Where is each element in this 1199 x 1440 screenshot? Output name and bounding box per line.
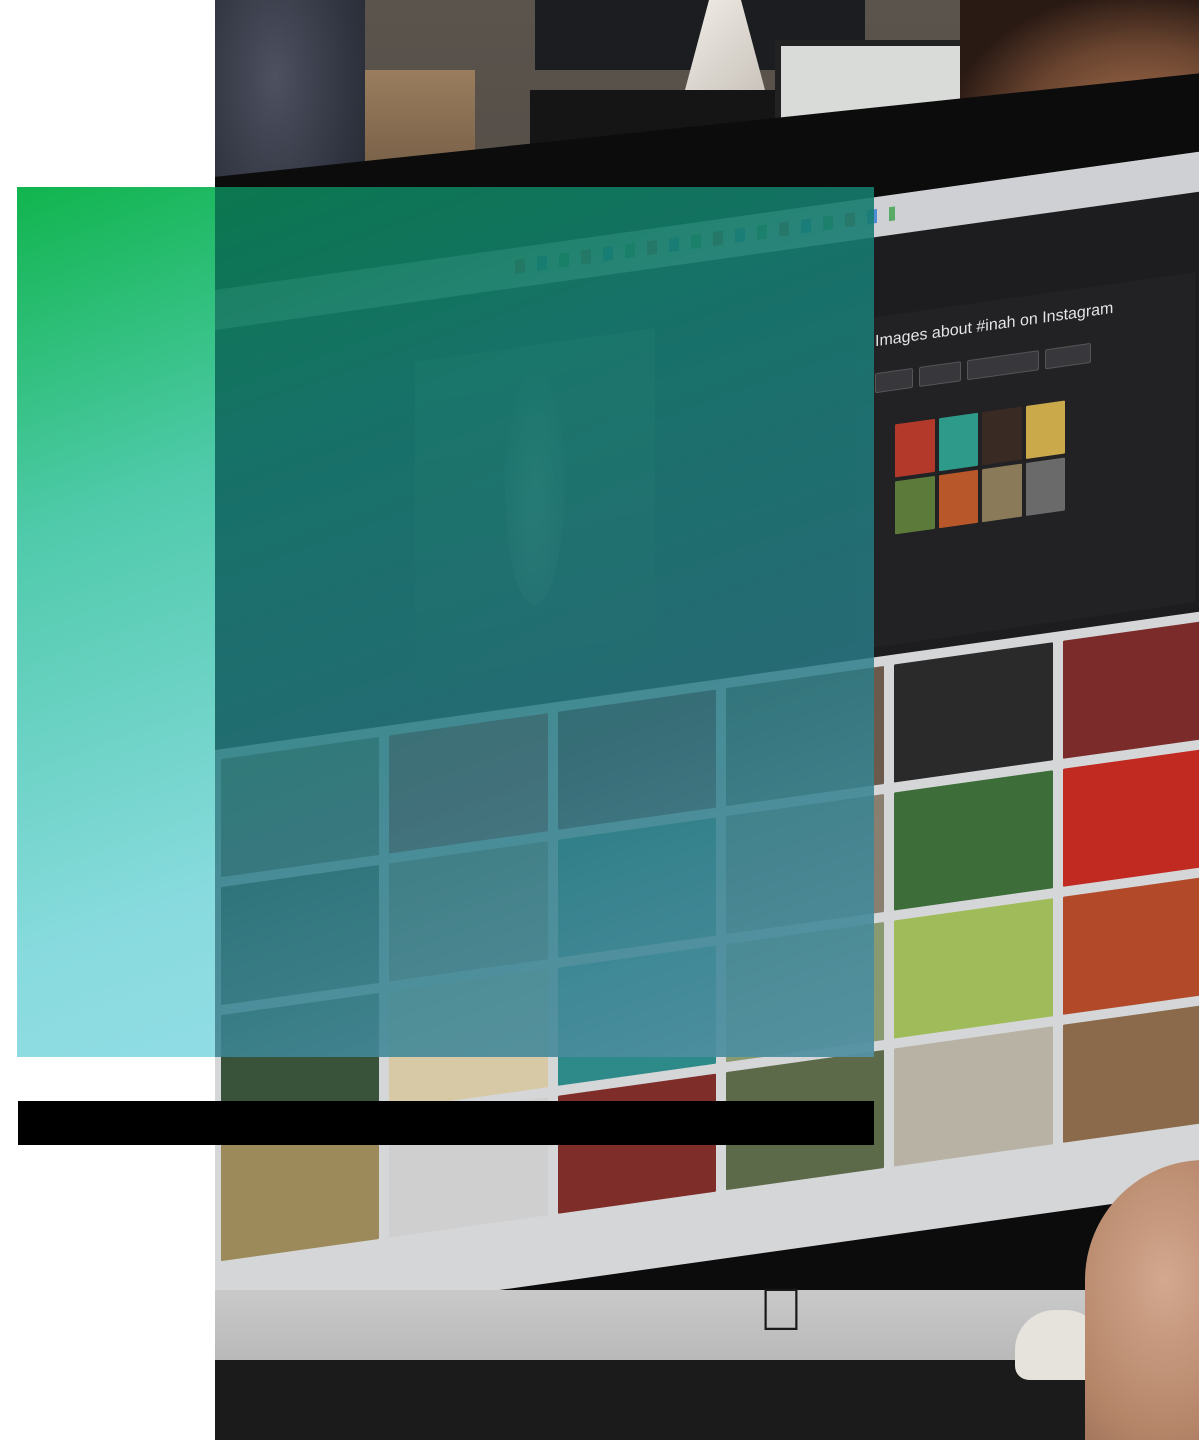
thumbnail-image — [895, 418, 935, 478]
thumbnail-image — [895, 475, 935, 535]
thumbnail-image — [982, 406, 1022, 466]
grid-image — [1062, 746, 1199, 887]
caption-bar — [18, 1101, 874, 1145]
grid-image — [1062, 874, 1199, 1015]
apple-logo-icon:  — [755, 1280, 807, 1340]
thumbnail-image — [982, 463, 1022, 523]
gradient-overlay — [17, 187, 874, 1057]
grid-image — [894, 898, 1053, 1039]
grid-image — [894, 1026, 1053, 1167]
thumbnail-image — [1025, 400, 1065, 460]
grid-image — [894, 642, 1053, 783]
thumbnail-image — [938, 412, 978, 472]
thumbnail-image — [1025, 457, 1065, 517]
grid-image — [1062, 1002, 1199, 1143]
grid-image — [1062, 618, 1199, 759]
thumbnail-image — [938, 469, 978, 529]
grid-image — [894, 770, 1053, 911]
